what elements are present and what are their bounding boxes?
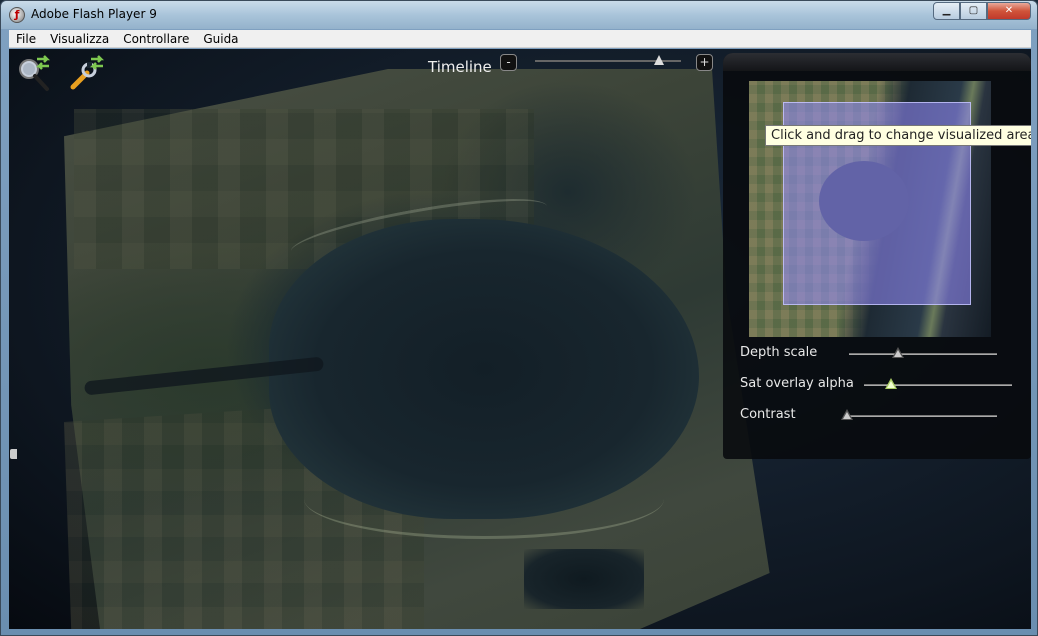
menu-controllare[interactable]: Controllare xyxy=(116,32,196,46)
map-inlet xyxy=(524,549,644,609)
satellite-map[interactable] xyxy=(64,69,784,629)
minimap-tooltip: Click and drag to change visualized area… xyxy=(765,125,1031,146)
minimap[interactable] xyxy=(749,81,991,337)
flash-player-icon: ƒ xyxy=(9,7,25,23)
slider-depth-scale: Depth scale xyxy=(740,345,1025,365)
title-bar[interactable]: ƒ Adobe Flash Player 9 ▁ ▢ ✕ xyxy=(1,1,1037,29)
timeline-minus-button[interactable]: - xyxy=(500,54,517,71)
minimize-button[interactable]: ▁ xyxy=(933,2,960,20)
timeline-label: Timeline xyxy=(428,58,492,76)
side-panel-handle[interactable] xyxy=(10,449,17,459)
window-title: Adobe Flash Player 9 xyxy=(31,7,157,21)
slider-thumb[interactable] xyxy=(891,347,904,358)
window-controls: ▁ ▢ ✕ xyxy=(933,2,1031,20)
slider-label: Depth scale xyxy=(740,345,818,360)
timeline-slider-thumb[interactable] xyxy=(654,55,665,65)
slider-thumb[interactable] xyxy=(884,378,897,389)
menu-file[interactable]: File xyxy=(9,32,43,46)
map-shoreline-south xyxy=(304,459,664,539)
timeline-plus-button[interactable]: + xyxy=(696,54,713,71)
panel-header xyxy=(723,53,1031,71)
menu-bar: File Visualizza Controllare Guida xyxy=(9,30,1031,48)
menu-visualizza[interactable]: Visualizza xyxy=(43,32,116,46)
app-window: ƒ Adobe Flash Player 9 ▁ ▢ ✕ File Visual… xyxy=(0,0,1038,636)
slider-track[interactable] xyxy=(847,415,997,417)
menu-guida[interactable]: Guida xyxy=(196,32,245,46)
slider-label: Contrast xyxy=(740,407,796,422)
slider-thumb[interactable] xyxy=(841,409,853,420)
slider-track[interactable] xyxy=(849,353,997,355)
search-swap-icon[interactable] xyxy=(15,53,55,93)
slider-contrast: Contrast xyxy=(740,407,1025,427)
flash-stage: Timeline - + Depth scale Sat overlay alp… xyxy=(9,49,1031,629)
close-button[interactable]: ✕ xyxy=(987,2,1031,20)
wrench-swap-icon[interactable] xyxy=(67,53,107,93)
slider-sat-overlay-alpha: Sat overlay alpha xyxy=(740,376,1025,396)
slider-label: Sat overlay alpha xyxy=(740,376,854,391)
control-panel: Depth scale Sat overlay alpha Contrast xyxy=(723,53,1031,459)
maximize-button[interactable]: ▢ xyxy=(960,2,987,20)
